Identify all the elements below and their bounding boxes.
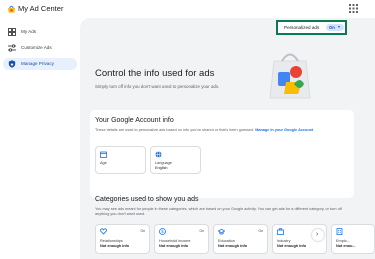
- heart-icon: [100, 228, 107, 235]
- grid-icon: [8, 28, 16, 36]
- sliders-icon: [8, 44, 16, 52]
- top-bar: My Ad Center: [0, 0, 375, 18]
- sidebar-item-label: Manage Privacy: [21, 61, 54, 66]
- category-state: On: [258, 229, 263, 233]
- building-icon: [336, 228, 343, 235]
- app-title: My Ad Center: [18, 4, 64, 13]
- sidebar-item-customize-ads[interactable]: Customize Ads: [3, 42, 77, 54]
- chevron-right-icon: ›: [316, 231, 319, 238]
- ad-center-logo-icon: [7, 5, 16, 13]
- carousel-next-button[interactable]: ›: [312, 229, 324, 241]
- apps-grid-icon[interactable]: [349, 4, 358, 13]
- category-card-education[interactable]: On Education Not enough info: [213, 224, 268, 254]
- category-value: Not enough info: [277, 244, 307, 248]
- graduation-cap-icon: [218, 228, 225, 235]
- category-card-relationships[interactable]: On Relationships Not enough info: [95, 224, 150, 254]
- category-state: On: [199, 229, 204, 233]
- sidebar: My Ads Customize Ads Manage Privacy: [0, 18, 80, 259]
- categories-carousel: On Relationships Not enough info $ On Ho…: [80, 18, 375, 259]
- shield-lock-icon: [8, 60, 16, 68]
- category-value: Not enough info: [218, 244, 248, 248]
- briefcase-icon: [277, 228, 284, 235]
- svg-text:$: $: [161, 229, 164, 235]
- main-content: Personalized ads On Control the info use…: [80, 18, 375, 259]
- sidebar-item-label: My Ads: [21, 29, 37, 34]
- category-state: On: [140, 229, 145, 233]
- sidebar-item-label: Customize Ads: [21, 45, 52, 50]
- sidebar-item-my-ads[interactable]: My Ads: [3, 26, 77, 38]
- sidebar-item-manage-privacy[interactable]: Manage Privacy: [3, 58, 77, 70]
- category-value: Not enough info: [100, 244, 130, 248]
- dollar-icon: $: [159, 228, 166, 235]
- category-value: Not enough info: [159, 244, 189, 248]
- category-card-household-income[interactable]: $ On Household income Not enough info: [154, 224, 209, 254]
- category-value: Not enou...: [336, 244, 356, 248]
- category-card-employer[interactable]: Emplo... Not enou...: [331, 224, 375, 254]
